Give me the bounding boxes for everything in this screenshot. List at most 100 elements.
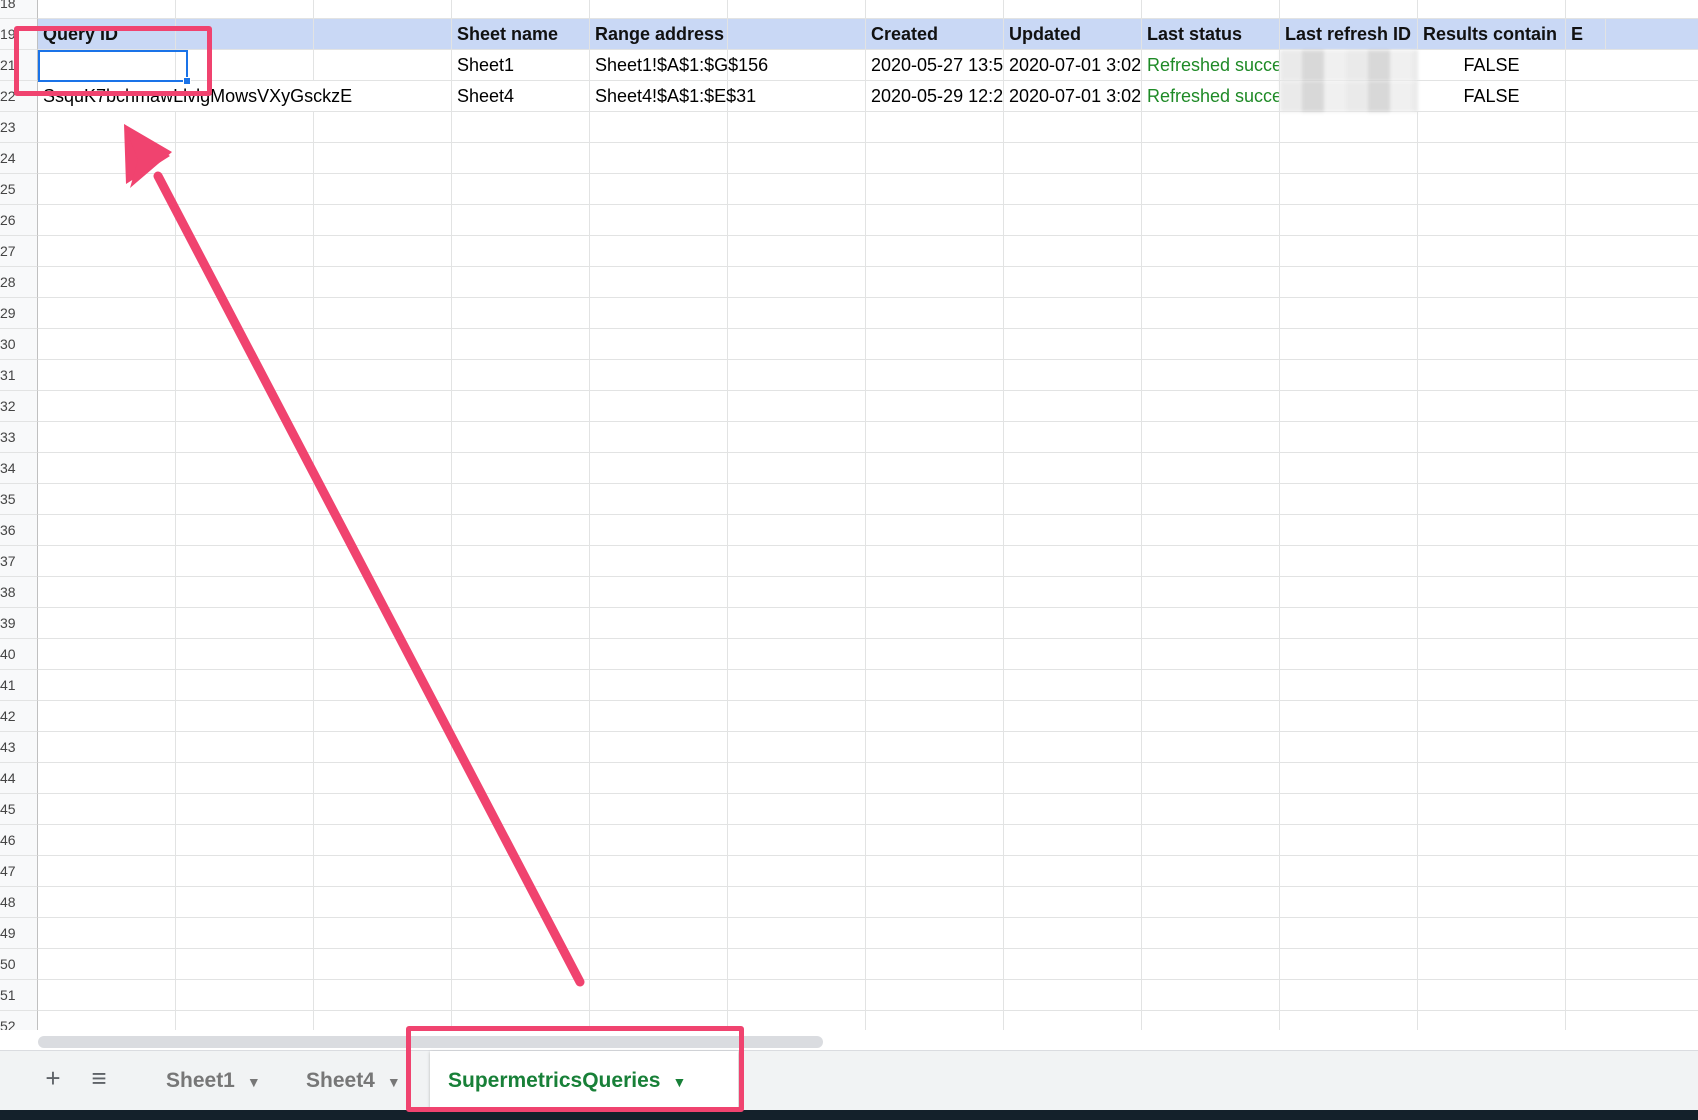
cell[interactable] — [866, 422, 1004, 453]
cell[interactable] — [1280, 267, 1418, 298]
cell[interactable] — [1418, 1011, 1566, 1030]
cell[interactable] — [176, 329, 314, 360]
cell[interactable] — [452, 825, 590, 856]
cell[interactable] — [1004, 267, 1142, 298]
cell[interactable] — [452, 174, 590, 205]
cell[interactable] — [452, 267, 590, 298]
cell[interactable] — [728, 670, 866, 701]
cell[interactable] — [314, 174, 452, 205]
cell[interactable] — [1004, 0, 1142, 19]
cell[interactable] — [314, 453, 452, 484]
cell[interactable] — [866, 298, 1004, 329]
cell[interactable] — [590, 329, 728, 360]
plus-icon[interactable]: + — [38, 1063, 68, 1093]
cell[interactable] — [1280, 639, 1418, 670]
cell[interactable] — [1280, 453, 1418, 484]
cell[interactable] — [1142, 453, 1280, 484]
cell[interactable] — [38, 856, 176, 887]
cell[interactable] — [866, 112, 1004, 143]
cell[interactable] — [176, 949, 314, 980]
cell[interactable] — [176, 856, 314, 887]
cell[interactable] — [452, 0, 590, 19]
cell[interactable] — [1418, 112, 1566, 143]
cell[interactable] — [1418, 515, 1566, 546]
column-header-results-contain[interactable]: Results contain — [1418, 19, 1566, 50]
cell[interactable] — [314, 50, 452, 81]
cell[interactable] — [1142, 360, 1280, 391]
cell[interactable] — [38, 732, 176, 763]
cell[interactable] — [314, 577, 452, 608]
cell[interactable] — [1142, 515, 1280, 546]
cell[interactable] — [1418, 453, 1566, 484]
cell[interactable] — [1004, 763, 1142, 794]
cell[interactable] — [1142, 329, 1280, 360]
cell[interactable] — [452, 391, 590, 422]
spreadsheet-grid[interactable]: 18 19 Query ID Sheet name Range address … — [0, 0, 1698, 1030]
cell[interactable] — [38, 608, 176, 639]
row-number[interactable]: 32 — [0, 391, 38, 422]
cell[interactable] — [1142, 763, 1280, 794]
cell[interactable] — [1280, 1011, 1418, 1030]
cell[interactable] — [590, 267, 728, 298]
row-number[interactable]: 51 — [0, 980, 38, 1011]
cell[interactable] — [866, 918, 1004, 949]
cell[interactable] — [452, 918, 590, 949]
cell[interactable] — [728, 329, 866, 360]
cell[interactable] — [38, 887, 176, 918]
column-header-range-address[interactable]: Range address — [590, 19, 728, 50]
created-cell[interactable]: 2020-05-27 13:5 — [866, 50, 1004, 81]
cell[interactable] — [728, 546, 866, 577]
cell[interactable] — [1142, 639, 1280, 670]
cell[interactable] — [866, 1011, 1004, 1030]
cell[interactable] — [452, 484, 590, 515]
cell[interactable] — [452, 453, 590, 484]
cell[interactable] — [1142, 298, 1280, 329]
cell[interactable] — [38, 391, 176, 422]
cell[interactable] — [1142, 670, 1280, 701]
cell[interactable] — [314, 298, 452, 329]
cell[interactable] — [38, 453, 176, 484]
cell[interactable] — [1142, 422, 1280, 453]
cell[interactable] — [38, 763, 176, 794]
cell[interactable] — [176, 701, 314, 732]
cell[interactable] — [1004, 608, 1142, 639]
cell[interactable] — [314, 360, 452, 391]
column-header-last-refresh-id[interactable]: Last refresh ID — [1280, 19, 1418, 50]
cell[interactable] — [866, 0, 1004, 19]
cell[interactable] — [866, 453, 1004, 484]
cell[interactable] — [1142, 980, 1280, 1011]
cell[interactable] — [1280, 515, 1418, 546]
row-number[interactable]: 34 — [0, 453, 38, 484]
cell[interactable] — [38, 639, 176, 670]
cell[interactable] — [728, 298, 866, 329]
cell[interactable] — [314, 670, 452, 701]
cell[interactable] — [866, 143, 1004, 174]
column-header-created[interactable]: Created — [866, 19, 1004, 50]
row-number[interactable]: 33 — [0, 422, 38, 453]
cell[interactable] — [1004, 298, 1142, 329]
cell[interactable] — [452, 546, 590, 577]
row-number[interactable]: 50 — [0, 949, 38, 980]
cell[interactable] — [1280, 918, 1418, 949]
refresh-id-cell-redacted[interactable] — [1280, 81, 1418, 112]
cell[interactable] — [1418, 887, 1566, 918]
cell[interactable] — [452, 732, 590, 763]
cell[interactable] — [38, 670, 176, 701]
cell[interactable] — [38, 205, 176, 236]
cell[interactable] — [1418, 825, 1566, 856]
cell[interactable] — [1142, 267, 1280, 298]
column-header-sheet-name[interactable]: Sheet name — [452, 19, 590, 50]
cell[interactable] — [1280, 980, 1418, 1011]
created-cell[interactable]: 2020-05-29 12:2 — [866, 81, 1004, 112]
cell[interactable] — [1004, 701, 1142, 732]
cell[interactable] — [38, 918, 176, 949]
cell[interactable] — [728, 1011, 866, 1030]
cell[interactable] — [176, 391, 314, 422]
cell[interactable] — [1418, 980, 1566, 1011]
cell[interactable] — [176, 484, 314, 515]
cell[interactable] — [1004, 670, 1142, 701]
cell[interactable] — [1142, 608, 1280, 639]
cell[interactable] — [728, 0, 866, 19]
cell[interactable] — [728, 391, 866, 422]
cell[interactable] — [176, 360, 314, 391]
